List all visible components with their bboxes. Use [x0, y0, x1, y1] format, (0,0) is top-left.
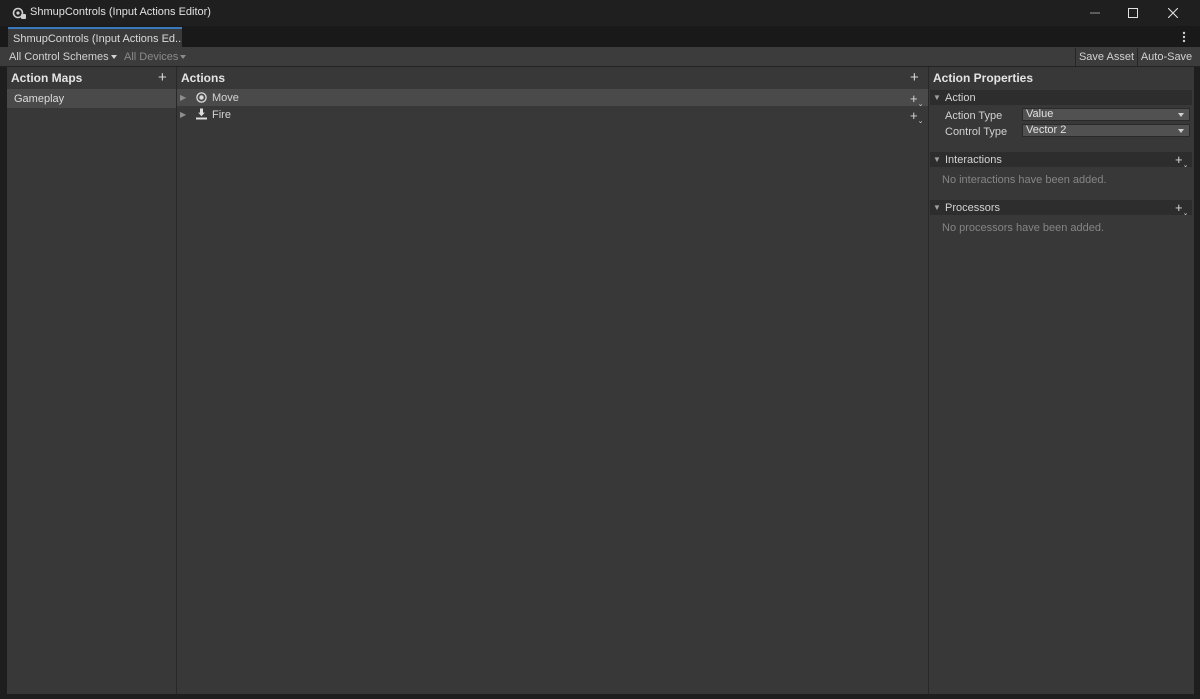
editor-tab[interactable]: ShmupControls (Input Actions Ed...	[8, 27, 182, 47]
maximize-button[interactable]	[1113, 0, 1153, 26]
chevron-down-icon	[180, 55, 187, 60]
processors-empty-message: No processors have been added.	[942, 222, 1105, 234]
interactions-section-label: Interactions	[945, 154, 1002, 166]
action-label: Fire	[212, 109, 231, 121]
close-button[interactable]	[1153, 0, 1193, 26]
add-binding-button[interactable]: +⌄	[910, 109, 923, 128]
add-action-map-button[interactable]: +	[158, 70, 167, 85]
action-row-fire[interactable]	[177, 106, 928, 123]
foldout-arrow-icon: ▼	[933, 203, 941, 212]
control-schemes-label: All Control Schemes	[9, 51, 109, 63]
minimize-button[interactable]	[1075, 0, 1115, 26]
tab-menu-button[interactable]	[1176, 28, 1192, 46]
action-maps-title: Action Maps	[11, 71, 83, 85]
actions-pane	[177, 67, 928, 694]
foldout-arrow-icon[interactable]: ▶	[180, 110, 186, 119]
action-label: Move	[212, 92, 239, 104]
add-action-button[interactable]: +	[910, 70, 919, 85]
save-asset-button[interactable]: Save Asset	[1075, 48, 1137, 66]
control-type-value: Vector 2	[1026, 124, 1067, 136]
minimize-icon	[1090, 12, 1100, 14]
window-title: ShmupControls (Input Actions Editor)	[30, 6, 211, 18]
button-action-icon	[196, 108, 207, 120]
pane-splitter[interactable]	[176, 67, 177, 694]
add-processor-button[interactable]: +⌄	[1175, 201, 1188, 220]
actions-title: Actions	[181, 71, 226, 85]
maximize-icon	[1128, 8, 1138, 18]
pane-splitter[interactable]	[928, 67, 929, 694]
unity-input-asset-icon	[12, 7, 26, 19]
action-section-label: Action	[945, 92, 976, 104]
control-schemes-dropdown[interactable]: All Control Schemes	[9, 51, 117, 63]
action-type-value: Value	[1026, 108, 1054, 120]
close-icon	[1168, 8, 1178, 18]
chevron-down-icon	[1178, 129, 1184, 133]
action-type-label: Action Type	[945, 110, 1003, 122]
chevron-down-icon	[1178, 113, 1184, 117]
action-type-dropdown[interactable]: Value	[1022, 108, 1190, 121]
auto-save-toggle[interactable]: Auto-Save	[1137, 48, 1195, 66]
processors-section-label: Processors	[945, 202, 1001, 214]
action-maps-pane	[7, 67, 176, 694]
control-type-label: Control Type	[945, 126, 1008, 138]
chevron-down-icon	[110, 55, 117, 60]
foldout-arrow-icon: ▼	[933, 155, 941, 164]
action-properties-title: Action Properties	[933, 71, 1034, 85]
devices-label: All Devices	[124, 51, 179, 63]
foldout-arrow-icon[interactable]: ▶	[180, 93, 186, 102]
add-interaction-button[interactable]: +⌄	[1175, 153, 1188, 172]
interactions-empty-message: No interactions have been added.	[942, 174, 1107, 186]
kebab-menu-icon	[1182, 31, 1186, 43]
foldout-arrow-icon: ▼	[933, 93, 941, 102]
action-map-label: Gameplay	[14, 93, 65, 105]
value-action-icon	[196, 92, 207, 103]
devices-dropdown[interactable]: All Devices	[124, 51, 187, 63]
control-type-dropdown[interactable]: Vector 2	[1022, 124, 1190, 137]
action-row-move[interactable]	[177, 89, 928, 106]
